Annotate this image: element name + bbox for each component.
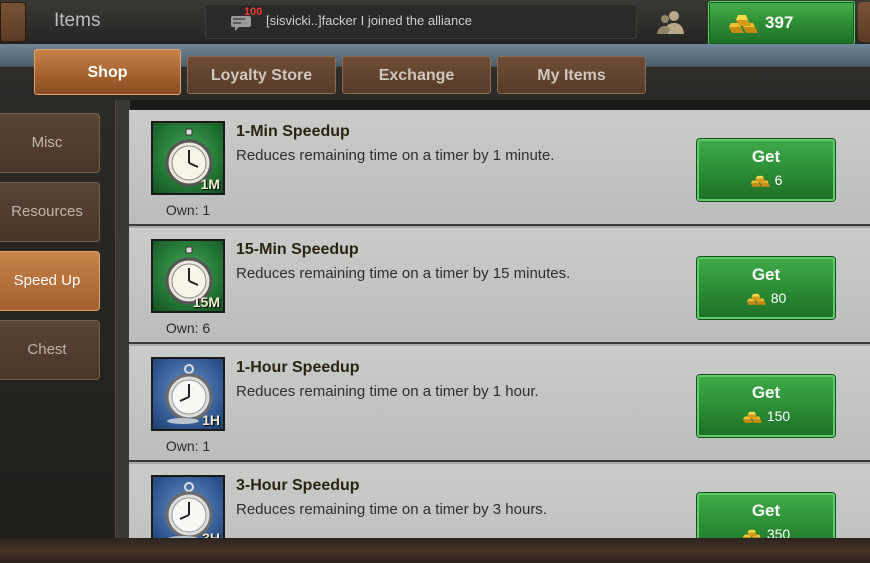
panel-divider (115, 100, 130, 540)
price-value: 350 (766, 526, 791, 538)
item-thumbnail[interactable]: 1H (151, 357, 225, 431)
price: 80 (699, 290, 833, 306)
tab-exchange[interactable]: Exchange (342, 56, 491, 94)
get-button-label: Get (751, 501, 781, 520)
gold-balance-button[interactable]: 397 (708, 1, 855, 45)
gold-bars-icon (729, 15, 758, 33)
item-title: 15-Min Speedup (236, 241, 359, 258)
menu-edge-button[interactable] (858, 2, 870, 42)
item-duration-label: 15M (192, 294, 220, 310)
item-duration-label: 3H (202, 530, 220, 538)
item-description: Reduces remaining time on a timer by 1 h… (236, 383, 539, 400)
gold-bars-icon (750, 175, 770, 187)
get-button-label: Get (751, 383, 781, 402)
item-thumbnail[interactable]: 3H (151, 475, 225, 538)
item-title: 3-Hour Speedup (236, 477, 360, 494)
chat-unread-badge: 100 (244, 6, 263, 18)
item-duration-label: 1H (202, 412, 220, 428)
tab-loyalty-store[interactable]: Loyalty Store (187, 56, 336, 94)
item-list[interactable]: 1M Own: 1 1-Min Speedup Reduces remainin… (129, 110, 870, 538)
list-item: 1M Own: 1 1-Min Speedup Reduces remainin… (129, 110, 870, 226)
get-button[interactable]: Get 350 (697, 493, 835, 538)
item-description: Reduces remaining time on a timer by 1 m… (236, 147, 555, 164)
owned-count: Own: 1 (165, 202, 211, 218)
owned-count: Own: 6 (165, 320, 211, 336)
bottom-background (0, 538, 870, 563)
category-sidebar: Misc Resources Speed Up Chest (0, 100, 115, 540)
gold-bars-icon (742, 529, 761, 538)
back-button[interactable] (0, 2, 26, 42)
price: 350 (699, 526, 833, 538)
price-value: 150 (766, 408, 791, 424)
owned-count: Own: 1 (165, 438, 211, 454)
price-value: 80 (770, 290, 787, 306)
gold-bars-icon (742, 411, 762, 423)
get-button-label: Get (751, 147, 781, 166)
tab-shop[interactable]: Shop (34, 49, 181, 95)
chat-message: [sisvicki..]facker I joined the alliance (266, 13, 472, 28)
item-duration-label: 1M (200, 176, 220, 192)
top-bar: Items 100 [sisvicki..]facker I joined th… (0, 0, 870, 45)
sidebar-item-misc[interactable]: Misc (0, 113, 100, 173)
list-item: 1H Own: 1 1-Hour Speedup Reduces remaini… (129, 346, 870, 462)
sidebar-item-chest[interactable]: Chest (0, 320, 100, 380)
price-value: 6 (774, 172, 783, 188)
item-title: 1-Hour Speedup (236, 359, 360, 376)
item-title: 1-Min Speedup (236, 123, 350, 140)
gold-bars-icon (746, 293, 766, 305)
get-button[interactable]: Get 150 (697, 375, 835, 437)
item-thumbnail[interactable]: 15M (151, 239, 225, 313)
item-thumbnail[interactable]: 1M (151, 121, 225, 195)
get-button[interactable]: Get 6 (697, 139, 835, 201)
gold-amount: 397 (765, 13, 794, 32)
tab-my-items[interactable]: My Items (497, 56, 646, 94)
price: 6 (699, 172, 833, 188)
list-item: 3H 3-Hour Speedup Reduces remaining time… (129, 464, 870, 538)
chat-ticker[interactable]: 100 [sisvicki..]facker I joined the alli… (205, 4, 637, 39)
sidebar-item-speed-up[interactable]: Speed Up (0, 251, 100, 311)
list-item: 15M Own: 6 15-Min Speedup Reduces remain… (129, 228, 870, 344)
page-title: Items (54, 10, 101, 31)
item-description: Reduces remaining time on a timer by 3 h… (236, 501, 547, 518)
alliance-icon[interactable] (655, 8, 687, 36)
price: 150 (699, 408, 833, 424)
get-button-label: Get (751, 265, 781, 284)
get-button[interactable]: Get 80 (697, 257, 835, 319)
item-description: Reduces remaining time on a timer by 15 … (236, 265, 571, 282)
sidebar-item-resources[interactable]: Resources (0, 182, 100, 242)
